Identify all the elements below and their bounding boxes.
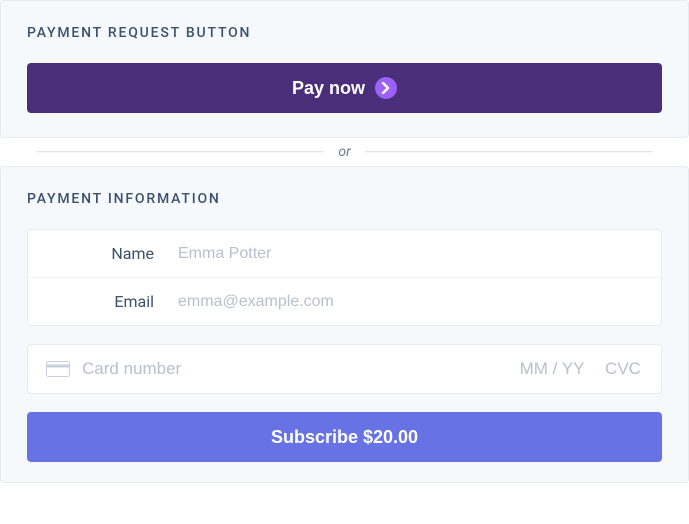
- payment-request-section: PAYMENT REQUEST BUTTON Pay now: [0, 0, 689, 138]
- subscribe-label: Subscribe $20.00: [271, 427, 418, 447]
- card-cvc-input[interactable]: [603, 359, 643, 379]
- divider-line-left: [36, 151, 324, 153]
- email-input[interactable]: [178, 293, 643, 311]
- subscribe-button[interactable]: Subscribe $20.00: [27, 412, 662, 462]
- pay-now-arrow-icon: [375, 77, 397, 99]
- divider-text: or: [338, 144, 350, 160]
- card-row: [28, 345, 661, 393]
- card-extras: [511, 359, 643, 379]
- card-number-input[interactable]: [82, 359, 511, 379]
- email-row: Email: [28, 277, 661, 325]
- pay-now-button[interactable]: Pay now: [27, 63, 662, 113]
- divider-line-right: [365, 151, 653, 153]
- payment-info-section: PAYMENT INFORMATION Name Email: [0, 166, 689, 483]
- email-label: Email: [46, 292, 178, 311]
- payment-info-title: PAYMENT INFORMATION: [27, 191, 662, 207]
- pay-now-label: Pay now: [292, 78, 365, 99]
- name-label: Name: [46, 244, 178, 263]
- card-group: [27, 344, 662, 394]
- name-row: Name: [28, 230, 661, 277]
- payment-request-title: PAYMENT REQUEST BUTTON: [27, 25, 662, 41]
- card-expiry-input[interactable]: [511, 359, 593, 379]
- name-email-group: Name Email: [27, 229, 662, 326]
- name-input[interactable]: [178, 245, 643, 263]
- card-icon: [46, 361, 70, 377]
- divider: or: [0, 138, 689, 166]
